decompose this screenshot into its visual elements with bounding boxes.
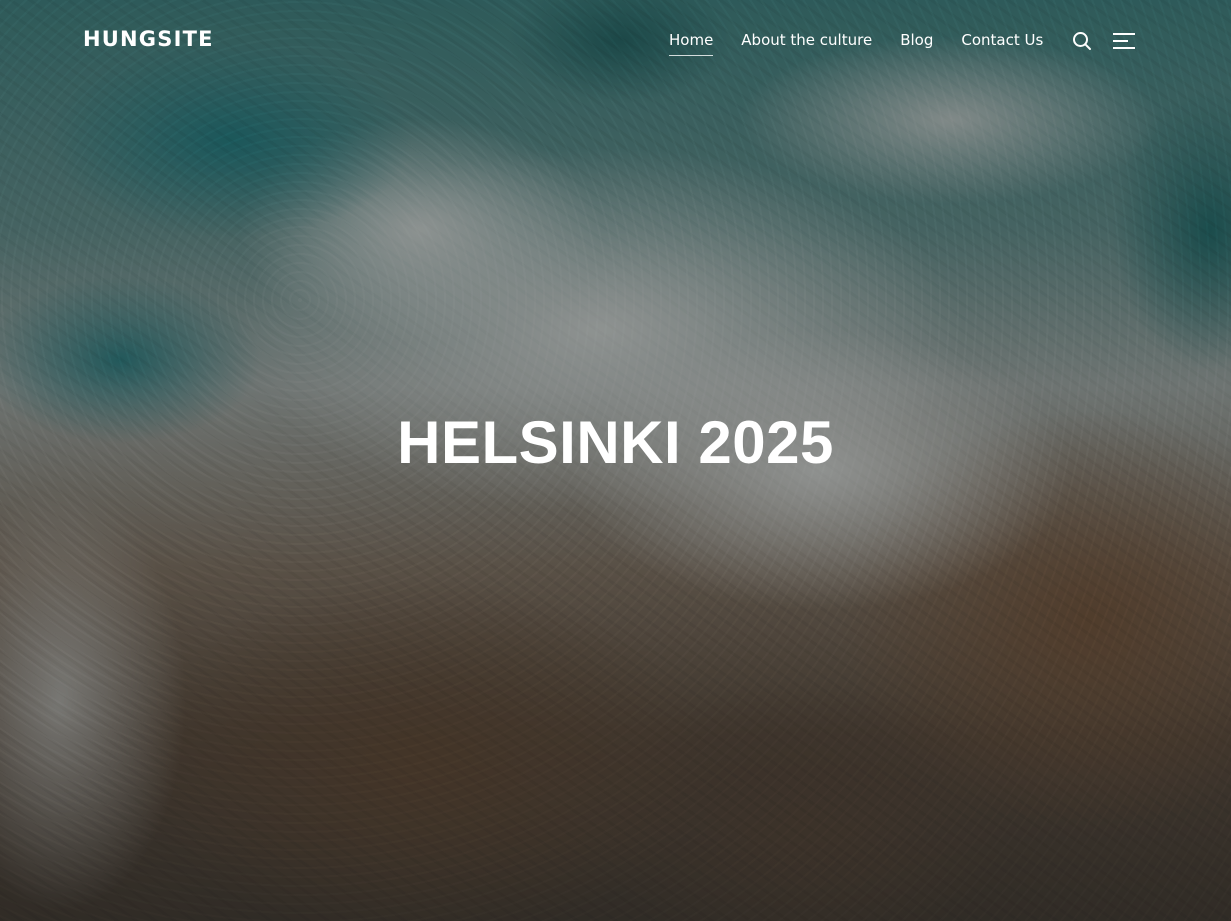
search-icon: [1073, 32, 1091, 50]
nav-item-contact-us[interactable]: Contact Us: [961, 31, 1043, 56]
primary-nav: Home About the culture Blog Contact Us: [669, 31, 1071, 56]
site-header: HUNGSITE Home About the culture Blog Con…: [0, 0, 1231, 80]
hero-title: HELSINKI 2025: [397, 409, 834, 476]
menu-icon: [1113, 33, 1135, 49]
nav-item-blog[interactable]: Blog: [900, 31, 933, 56]
nav-item-home[interactable]: Home: [669, 31, 714, 56]
site-logo[interactable]: HUNGSITE: [83, 27, 214, 51]
menu-toggle-button[interactable]: [1112, 29, 1136, 53]
search-button[interactable]: [1070, 29, 1094, 53]
hero-section: HUNGSITE Home About the culture Blog Con…: [0, 0, 1231, 921]
nav-item-about-the-culture[interactable]: About the culture: [741, 31, 872, 56]
